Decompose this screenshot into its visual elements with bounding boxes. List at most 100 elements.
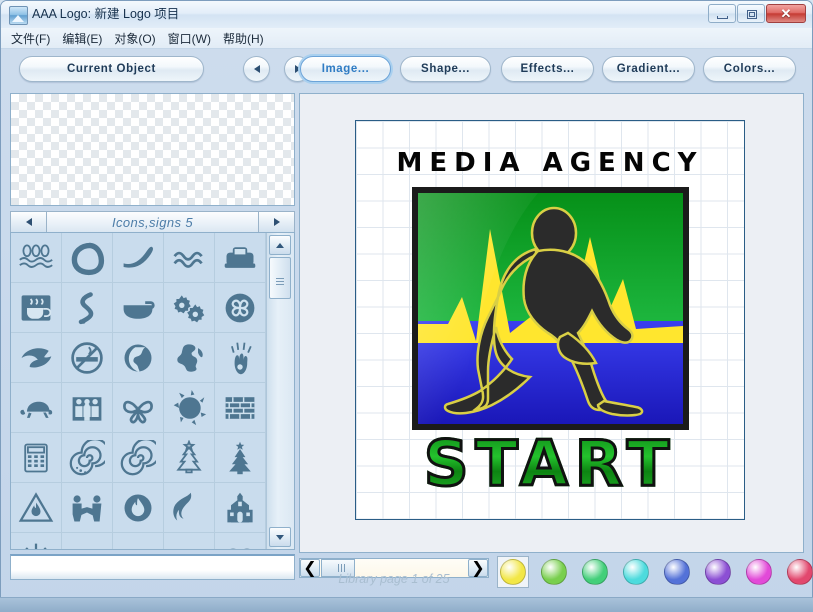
icon-cell[interactable]: [11, 533, 62, 549]
loop-ribbon-icon: [71, 242, 105, 275]
sun-splash-icon: [173, 389, 207, 425]
icon-cell[interactable]: [62, 283, 113, 333]
icon-cell[interactable]: [62, 533, 113, 551]
icon-cell[interactable]: [11, 283, 62, 333]
bottom-bar: ❮ ❯ Library page 1 of 25: [299, 556, 813, 592]
pinwheel-swirl-icon: [225, 293, 255, 322]
house-roof-icon: [69, 540, 105, 551]
menu-item-edit[interactable]: 编辑(E): [62, 28, 114, 49]
icon-cell[interactable]: [62, 383, 113, 433]
color-swatch-cyan[interactable]: [620, 556, 652, 588]
turtle-icon: [20, 401, 53, 418]
icon-cell[interactable]: [215, 433, 266, 483]
color-swatch-yellow[interactable]: [497, 556, 529, 588]
icon-cell[interactable]: [215, 533, 266, 549]
icon-cell[interactable]: [11, 383, 62, 433]
swatch-dot: [541, 559, 567, 585]
globe-americas-icon: [177, 343, 203, 372]
christmas-tree-outline-icon: [176, 439, 202, 473]
icon-grid-scrollbar[interactable]: [266, 233, 294, 549]
app-logo-icon: [9, 6, 28, 25]
calculator-icon: [24, 443, 48, 472]
swatch-dot: [787, 559, 813, 585]
object-preview-panel[interactable]: [10, 93, 295, 206]
icon-cell[interactable]: [113, 483, 164, 533]
handprint-icon: [231, 342, 252, 374]
palm-tree-icon: [228, 548, 252, 549]
icon-cell[interactable]: [113, 533, 164, 549]
window-bottom-strip: [0, 597, 813, 612]
spiral-icon: [120, 439, 156, 475]
waves-triple-icon: [19, 244, 53, 268]
menu-item-help[interactable]: 帮助(H): [223, 28, 276, 49]
icon-cell[interactable]: [62, 233, 113, 283]
snake-curve-icon: [78, 291, 94, 324]
logo-start-text[interactable]: START: [356, 431, 744, 496]
library-next-button[interactable]: [258, 211, 295, 233]
icon-cell[interactable]: [164, 533, 215, 549]
tab-shape[interactable]: Shape...: [400, 56, 491, 82]
icon-cell[interactable]: [113, 233, 164, 283]
color-swatch-pink-red[interactable]: [784, 556, 813, 588]
icon-cell[interactable]: [164, 433, 215, 483]
icon-cell[interactable]: [113, 333, 164, 383]
prev-object-button[interactable]: [243, 56, 270, 82]
icon-cell[interactable]: [11, 433, 62, 483]
swoosh-check-icon: [123, 246, 153, 268]
library-name-label[interactable]: Icons,signs 5: [47, 211, 258, 233]
logo-artwork[interactable]: [412, 187, 689, 430]
color-swatch-green[interactable]: [579, 556, 611, 588]
menu-item-window[interactable]: 窗口(W): [168, 28, 223, 49]
icon-cell[interactable]: [11, 233, 62, 283]
icon-cell[interactable]: [11, 483, 62, 533]
icon-cell[interactable]: [164, 483, 215, 533]
icon-cell[interactable]: [113, 383, 164, 433]
icon-library-panel: [10, 232, 295, 550]
color-swatch-light-green[interactable]: [538, 556, 570, 588]
icon-cell[interactable]: [215, 483, 266, 533]
icon-cell[interactable]: [164, 333, 215, 383]
color-swatch-blue[interactable]: [661, 556, 693, 588]
workspace[interactable]: MEDIA AGENCY START: [299, 93, 804, 553]
logo-title-text[interactable]: MEDIA AGENCY: [356, 148, 744, 178]
icon-cell[interactable]: [215, 283, 266, 333]
logo-canvas[interactable]: MEDIA AGENCY START: [355, 120, 745, 520]
icon-cell[interactable]: [113, 433, 164, 483]
current-object-button[interactable]: Current Object: [19, 56, 204, 82]
fire-circle-icon: [124, 494, 152, 521]
icon-cell[interactable]: [215, 333, 266, 383]
icon-cell[interactable]: [164, 233, 215, 283]
icon-cell[interactable]: [215, 383, 266, 433]
close-button[interactable]: ✕: [766, 4, 806, 23]
menu-item-object[interactable]: 对象(O): [114, 28, 167, 49]
icon-grid: [11, 233, 266, 549]
minimize-button[interactable]: [708, 4, 736, 23]
scrollbar-thumb[interactable]: [269, 257, 291, 299]
swatch-dot: [746, 559, 772, 585]
tab-image[interactable]: Image...: [300, 56, 391, 82]
icon-cell[interactable]: [164, 383, 215, 433]
icon-cell[interactable]: [215, 233, 266, 283]
icon-cell[interactable]: [113, 283, 164, 333]
library-prev-button[interactable]: [10, 211, 47, 233]
icon-cell[interactable]: [62, 333, 113, 383]
scroll-up-button[interactable]: [269, 235, 291, 255]
left-panel: Icons,signs 5: [10, 93, 295, 580]
color-swatch-magenta[interactable]: [743, 556, 775, 588]
application-window: AAA Logo: 新建 Logo 项目 ✕ 文件(F) 编辑(E) 对象(O)…: [0, 0, 813, 612]
icon-cell[interactable]: [62, 433, 113, 483]
tab-gradient[interactable]: Gradient...: [602, 56, 695, 82]
icon-cell[interactable]: [11, 333, 62, 383]
tab-effects[interactable]: Effects...: [501, 56, 594, 82]
maximize-button[interactable]: [737, 4, 765, 23]
tab-colors[interactable]: Colors...: [703, 56, 796, 82]
no-smoking-icon: [71, 341, 103, 374]
telephone-icon: [224, 246, 256, 268]
color-swatch-purple[interactable]: [702, 556, 734, 588]
menu-item-file[interactable]: 文件(F): [11, 28, 62, 49]
chevron-down-icon: [276, 534, 284, 540]
icon-cell[interactable]: [164, 283, 215, 333]
library-page-label: Library page 1 of 25: [338, 572, 450, 586]
icon-cell[interactable]: [62, 483, 113, 533]
scroll-down-button[interactable]: [269, 527, 291, 547]
